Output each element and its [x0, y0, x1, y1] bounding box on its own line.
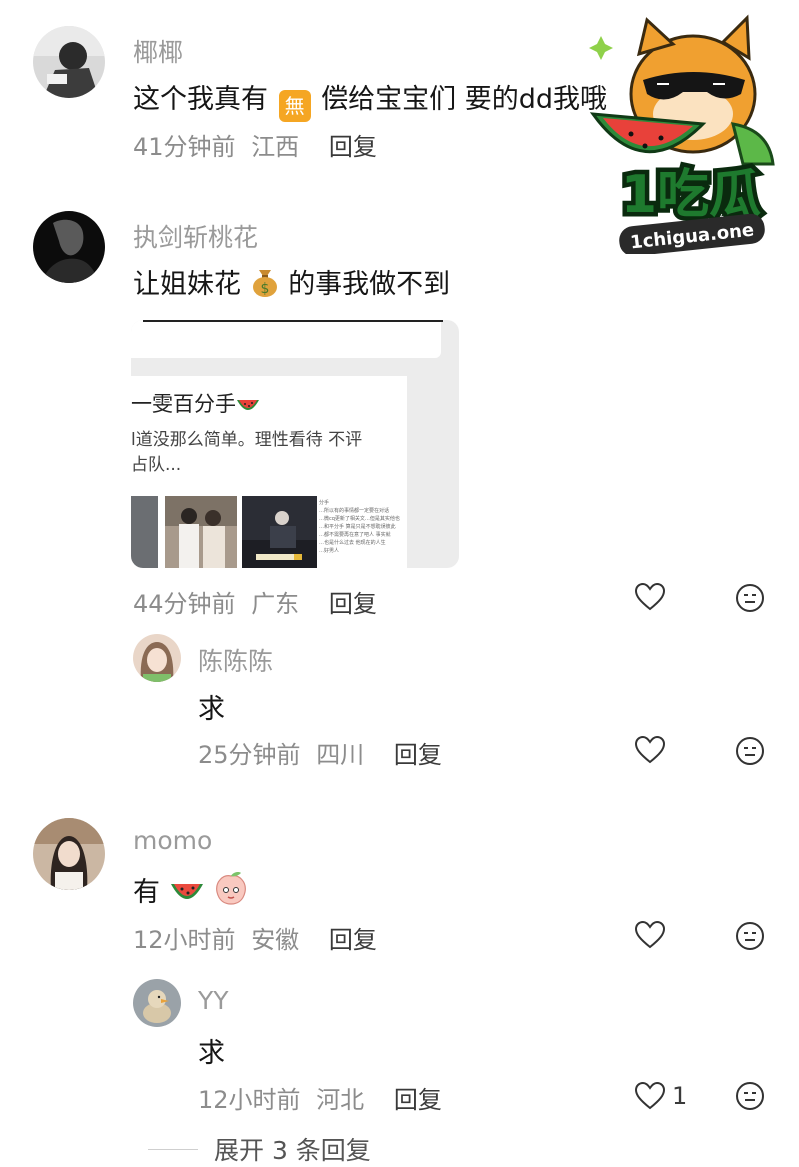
comment-meta: 41分钟前 江西 回复 — [133, 127, 377, 162]
comment-text: 求 — [198, 1038, 225, 1069]
heart-icon[interactable] — [634, 582, 666, 616]
location: 江西 — [251, 133, 300, 161]
watermelon-icon — [169, 878, 205, 906]
divider — [148, 1148, 198, 1150]
comment-text-part: 偿给宝宝们 要的dd我哦 — [321, 84, 608, 115]
username[interactable]: 执剑斩桃花 — [133, 218, 258, 254]
heart-icon[interactable] — [634, 920, 666, 954]
username[interactable]: YY — [198, 986, 229, 1015]
comment-meta: 25分钟前 四川 回复 — [198, 735, 442, 770]
location: 河北 — [316, 1086, 365, 1114]
comment-text: 这个我真有 無 偿给宝宝们 要的dd我哦 — [133, 77, 607, 122]
comment-text-part: 让姐妹花 — [133, 269, 241, 300]
avatar[interactable] — [33, 26, 105, 98]
avatar[interactable] — [133, 979, 181, 1027]
card-inner: 一雯百分手 l道没那么简单。理性看待 不评 占队... 分手 …所以有的事情都一… — [131, 376, 407, 568]
username[interactable]: 陈陈陈 — [198, 642, 273, 678]
location: 安徽 — [251, 926, 300, 954]
reply-button[interactable]: 回复 — [329, 133, 377, 161]
heart-icon[interactable] — [634, 1081, 666, 1115]
watermark-text: 1吃瓜 1chigua.one — [616, 161, 766, 257]
comment-text-part: 这个我真有 — [133, 84, 268, 115]
timestamp: 12小时前 — [133, 926, 236, 954]
reply-button[interactable]: 回复 — [394, 1086, 442, 1114]
watermelon-icon — [236, 395, 260, 419]
username[interactable]: 椰椰 — [133, 33, 183, 69]
timestamp: 12小时前 — [198, 1086, 301, 1114]
comment-meta: 12小时前 河北 回复 — [198, 1080, 442, 1115]
attachment-image[interactable]: 一雯百分手 l道没那么简单。理性看待 不评 占队... 分手 …所以有的事情都一… — [131, 320, 459, 568]
card-title: 一雯百分手 — [131, 388, 260, 419]
neutral-face-icon[interactable] — [735, 583, 765, 617]
thumbnail-text: 分手 …所以有的事情都一定要在对话 …微cq更新了相关文…但是其实他也 …和平分… — [319, 500, 400, 554]
avatar[interactable] — [33, 211, 105, 283]
comment-meta: 12小时前 安徽 回复 — [133, 920, 377, 955]
card-text: l道没那么简单。理性看待 不评 — [131, 430, 363, 450]
watermark-logo: 1吃瓜 1chigua.one — [583, 14, 793, 257]
svg-text:$: $ — [260, 281, 269, 297]
timestamp: 25分钟前 — [198, 741, 301, 769]
timestamp: 44分钟前 — [133, 590, 236, 618]
like-count: 1 — [672, 1082, 688, 1110]
hamster-mascot-icon — [589, 14, 775, 166]
peach-face-icon — [213, 870, 249, 906]
comment-text: 让姐妹花 $ 的事我做不到 — [133, 262, 450, 301]
expand-replies-button[interactable]: 展开 3 条回复 — [148, 1134, 371, 1165]
heart-icon[interactable] — [634, 735, 666, 769]
reply-button[interactable]: 回复 — [329, 926, 377, 954]
neutral-face-icon[interactable] — [735, 1081, 765, 1115]
comment-text: 求 — [198, 694, 225, 725]
neutral-face-icon[interactable] — [735, 736, 765, 770]
avatar[interactable] — [133, 634, 181, 682]
thumbnail — [242, 496, 317, 568]
location: 四川 — [316, 741, 365, 769]
card-top-panel — [131, 320, 441, 358]
card-text: 占队... — [131, 455, 182, 475]
comment-text-part: 有 — [133, 877, 160, 908]
timestamp: 41分钟前 — [133, 133, 236, 161]
username[interactable]: momo — [133, 826, 212, 855]
money-bag-icon: $ — [250, 266, 280, 298]
comment-text: 有 — [133, 870, 249, 909]
avatar[interactable] — [33, 818, 105, 890]
location: 广东 — [251, 590, 300, 618]
neutral-face-icon[interactable] — [735, 921, 765, 955]
expand-replies-label: 展开 3 条回复 — [214, 1136, 371, 1165]
comment-meta: 44分钟前 广东 回复 — [133, 584, 377, 619]
free-badge-icon: 無 — [278, 90, 311, 122]
divider — [143, 320, 443, 322]
reply-button[interactable]: 回复 — [329, 590, 377, 618]
reply-button[interactable]: 回复 — [394, 741, 442, 769]
comment-text-part: 的事我做不到 — [288, 269, 451, 300]
thumbnail — [165, 496, 237, 568]
thumbnail — [131, 496, 158, 568]
